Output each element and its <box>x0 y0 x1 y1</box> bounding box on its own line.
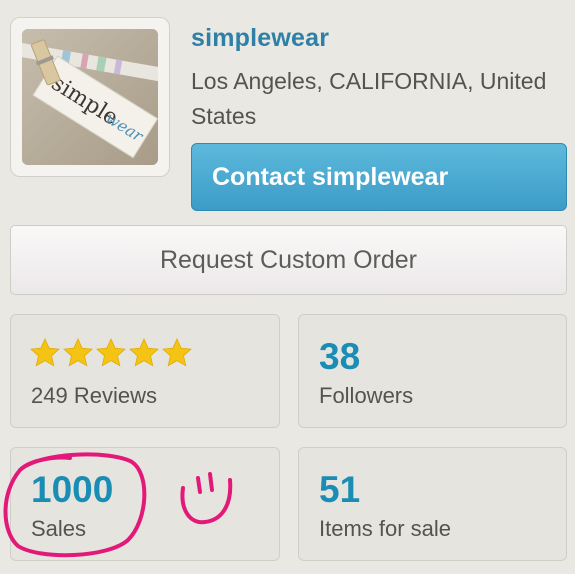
star-icon <box>162 338 192 367</box>
items-label: Items for sale <box>319 516 452 541</box>
shop-logo-image: simple wear <box>22 29 158 165</box>
items-card[interactable]: 51 Items for sale <box>298 447 567 561</box>
shop-logo[interactable]: simple wear <box>22 29 158 165</box>
reviews-card[interactable]: 249 Reviews <box>10 314 280 428</box>
followers-label: Followers <box>319 383 414 408</box>
sales-count: 1000 <box>31 469 114 510</box>
items-count: 51 <box>319 469 361 510</box>
sales-label: Sales <box>31 516 87 541</box>
contact-shop-button[interactable]: Contact simplewear <box>191 143 567 211</box>
star-icon <box>129 338 159 367</box>
request-custom-order-button[interactable]: Request Custom Order <box>10 225 567 295</box>
reviews-count-label: 249 Reviews <box>31 383 157 408</box>
shop-location: Los Angeles, CALIFORNIA, United States <box>191 68 547 129</box>
star-icon <box>30 338 60 367</box>
star-icon <box>96 338 126 367</box>
shop-logo-frame: simple wear <box>10 17 170 177</box>
star-icon <box>63 338 93 367</box>
shop-name[interactable]: simplewear <box>191 24 329 53</box>
followers-card[interactable]: 38 Followers <box>298 314 567 428</box>
followers-count: 38 <box>319 336 361 377</box>
sales-card[interactable]: 1000 Sales <box>10 447 280 561</box>
star-rating <box>29 337 193 369</box>
